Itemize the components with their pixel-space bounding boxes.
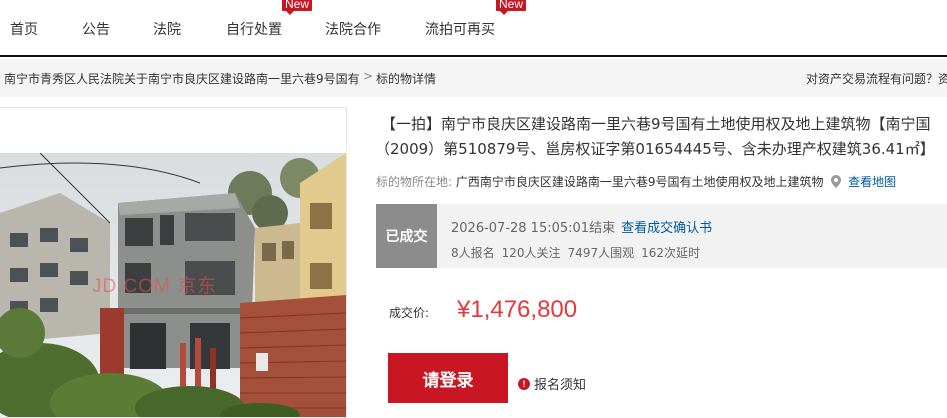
signup-notice-label: 报名须知 — [534, 378, 587, 393]
view-map-link[interactable]: 查看地图 — [848, 175, 896, 189]
new-badge: New — [282, 0, 313, 15]
deal-price-label: 成交价: — [389, 306, 430, 320]
login-button[interactable]: 请登录 — [388, 353, 508, 403]
delay-count: 162次延时 — [641, 246, 700, 260]
end-time-text: 2026-07-28 15:05:01结束 — [451, 221, 616, 236]
signup-count: 8人报名 — [451, 246, 495, 260]
auction-end-time: 2026-07-28 15:05:01结束 查看成交确认书 — [451, 217, 712, 236]
top-navigation: 首页 公告 法院 自行处置 New 法院合作 流拍可再买 New — [0, 0, 947, 57]
breadcrumb-current: 标的物详情 — [376, 72, 437, 86]
status-badge: 已成交 — [376, 204, 437, 268]
item-photo[interactable]: JD.COM 京东 — [0, 153, 346, 417]
viewer-count: 7497人围观 — [567, 246, 635, 260]
location-value: 广西南宁市良庆区建设路南一里六巷9号国有土地使用权及地上建筑物 — [455, 175, 824, 189]
item-title: 【一拍】南宁市良庆区建设路南一里六巷9号国有土地使用权及地上建筑物【南宁国 — [381, 115, 931, 133]
breadcrumb-parent-link[interactable]: 南宁市青秀区人民法院关于南宁市良庆区建设路南一里六巷9号国有 — [4, 70, 360, 87]
nav-item-court-cooperation[interactable]: 法院合作 — [325, 19, 381, 39]
item-location: 标的物所在地: 广西南宁市良庆区建设路南一里六巷9号国有土地使用权及地上建筑物 … — [376, 173, 896, 191]
item-image-panel: JD.COM 京东 — [0, 107, 347, 418]
image-watermark: JD.COM 京东 — [92, 276, 218, 297]
deal-price-value: ¥1,476,800 — [457, 296, 578, 323]
nav-item-self-disposal[interactable]: 自行处置 — [226, 19, 282, 39]
signup-notice-link[interactable]: ! 报名须知 — [518, 374, 586, 393]
location-label: 标的物所在地: — [376, 175, 453, 189]
auction-stats: 8人报名 120人关注 7497人围观 162次延时 — [451, 244, 707, 261]
nav-item-home[interactable]: 首页 — [10, 19, 38, 39]
item-title-line2: （2009）第510879号、邕房权证字第01654445号、含未办理产权建筑3… — [375, 140, 935, 158]
watcher-count: 120人关注 — [501, 246, 561, 260]
auction-status-panel: 已成交 2026-07-28 15:05:01结束 查看成交确认书 8人报名 120… — [376, 204, 947, 268]
help-link[interactable]: 对资产交易流程有问题？资 — [806, 70, 947, 87]
view-confirmation-link[interactable]: 查看成交确认书 — [621, 221, 712, 236]
nav-item-rebuy-failed[interactable]: 流拍可再买 — [425, 19, 495, 39]
location-pin-icon — [831, 175, 842, 191]
breadcrumb: 南宁市青秀区人民法院关于南宁市良庆区建设路南一里六巷9号国有 > 标的物详情 对… — [0, 59, 947, 97]
new-badge: New — [496, 0, 527, 15]
info-icon: ! — [518, 377, 530, 390]
nav-item-announcements[interactable]: 公告 — [82, 19, 110, 39]
breadcrumb-separator: > — [363, 69, 374, 83]
nav-item-courts[interactable]: 法院 — [153, 19, 181, 39]
